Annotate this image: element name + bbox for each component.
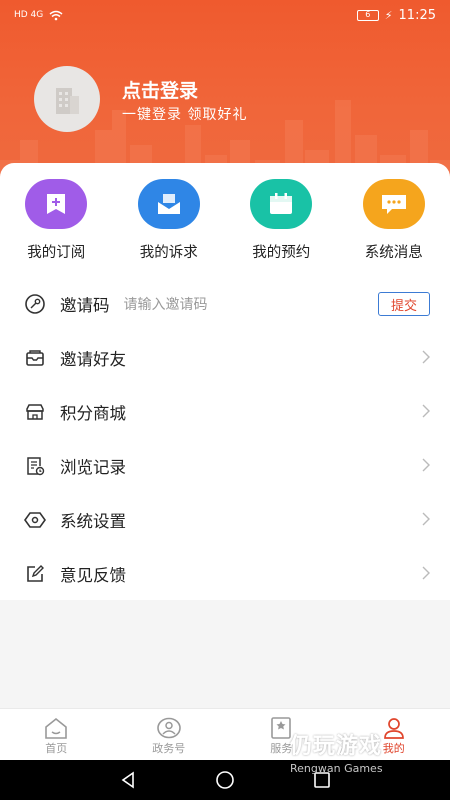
menu-item-invite-friends[interactable]: 邀请好友 bbox=[0, 331, 450, 385]
battery-icon: 6 bbox=[356, 9, 379, 21]
main-card: 我的订阅 我的诉求 我的预约 系统消息 邀请码 请输入邀请码 提交 邀请好友 积… bbox=[0, 163, 450, 600]
home-icon bbox=[45, 717, 68, 739]
quick-subscribe-label: 我的订阅 bbox=[27, 245, 86, 261]
home-circle-icon[interactable] bbox=[215, 770, 235, 790]
chevron-right-icon bbox=[422, 457, 430, 476]
quick-appointment-label: 我的预约 bbox=[252, 245, 311, 261]
quick-appointment[interactable]: 我的预约 bbox=[225, 179, 338, 262]
chevron-right-icon bbox=[422, 403, 430, 422]
key-icon bbox=[24, 293, 46, 315]
bookmark-add-icon bbox=[25, 179, 88, 229]
history-icon bbox=[24, 455, 46, 477]
invite-code-input[interactable]: 请输入邀请码 bbox=[124, 294, 208, 314]
watermark-sub: Rengwan Games bbox=[290, 762, 383, 775]
login-subtitle: 一键登录 领取好礼 bbox=[122, 107, 248, 123]
tab-service-label: 服务 bbox=[270, 742, 293, 755]
quick-appeal[interactable]: 我的诉求 bbox=[113, 179, 226, 262]
chevron-right-icon bbox=[422, 349, 430, 368]
quick-appeal-label: 我的诉求 bbox=[139, 245, 198, 261]
wifi-icon bbox=[49, 10, 63, 20]
tab-gov-account-label: 政务号 bbox=[152, 742, 186, 755]
quick-subscribe[interactable]: 我的订阅 bbox=[0, 179, 113, 262]
tab-gov-account[interactable]: 政务号 bbox=[113, 709, 226, 760]
submit-button[interactable]: 提交 bbox=[378, 292, 430, 316]
menu-item-label: 积分商城 bbox=[60, 404, 126, 423]
invite-icon bbox=[24, 347, 46, 369]
tab-home[interactable]: 首页 bbox=[0, 709, 113, 760]
tab-home-label: 首页 bbox=[45, 742, 68, 755]
watermark-main: 仍玩游戏 bbox=[290, 734, 383, 759]
avatar[interactable] bbox=[34, 66, 100, 132]
back-icon[interactable] bbox=[119, 771, 137, 789]
avatar-building-icon bbox=[56, 88, 79, 114]
invite-code-row: 邀请码 请输入邀请码 提交 bbox=[0, 277, 450, 331]
watermark: 仍玩游戏 Rengwan Games bbox=[290, 728, 383, 775]
menu-item-browse-history[interactable]: 浏览记录 bbox=[0, 439, 450, 493]
quick-actions: 我的订阅 我的诉求 我的预约 系统消息 bbox=[0, 179, 450, 262]
login-title[interactable]: 点击登录 bbox=[122, 76, 198, 103]
quick-messages-label: 系统消息 bbox=[364, 245, 423, 261]
menu-item-settings[interactable]: 系统设置 bbox=[0, 493, 450, 547]
menu-item-label: 邀请好友 bbox=[60, 350, 126, 369]
chevron-right-icon bbox=[422, 565, 430, 584]
clock: 11:25 bbox=[398, 7, 436, 23]
menu-item-label: 意见反馈 bbox=[60, 566, 126, 585]
menu-item-points-mall[interactable]: 积分商城 bbox=[0, 385, 450, 439]
network-indicator: HD 4G bbox=[14, 10, 44, 20]
mail-icon bbox=[137, 179, 200, 229]
menu-item-label: 浏览记录 bbox=[60, 458, 126, 477]
quick-messages[interactable]: 系统消息 bbox=[338, 179, 450, 262]
calendar-icon bbox=[250, 179, 313, 229]
tab-mine-label: 我的 bbox=[382, 742, 405, 755]
gov-account-icon bbox=[156, 717, 181, 739]
store-icon bbox=[24, 401, 46, 423]
settings-icon bbox=[24, 509, 46, 531]
menu-item-feedback[interactable]: 意见反馈 bbox=[0, 547, 450, 601]
message-icon bbox=[362, 179, 425, 229]
user-icon bbox=[383, 718, 404, 739]
status-bar: HD 4G 6 ⚡ 11:25 bbox=[0, 0, 450, 30]
charging-icon: ⚡ bbox=[384, 8, 393, 22]
chevron-right-icon bbox=[422, 511, 430, 530]
feedback-icon bbox=[24, 563, 46, 585]
menu-item-label: 系统设置 bbox=[60, 512, 126, 531]
invite-code-label: 邀请码 bbox=[60, 296, 110, 315]
